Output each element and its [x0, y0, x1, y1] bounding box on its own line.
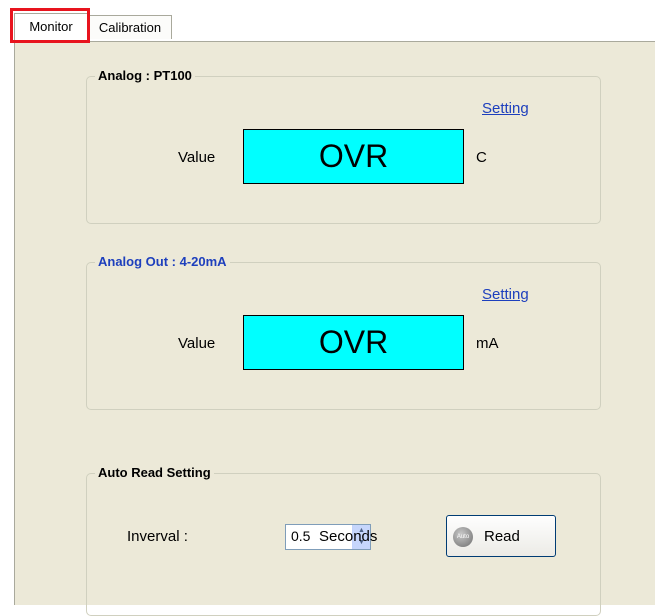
monitor-panel: Analog : PT100 Setting Value OVR C Analo…	[14, 41, 655, 616]
auto-read-title: Auto Read Setting	[95, 465, 214, 481]
auto-read-icon: Auto	[453, 527, 473, 547]
auto-read-group: Auto Read Setting Inverval : 0.5 ▲ ▼ Sec…	[86, 465, 601, 616]
analog-in-unit: C	[476, 149, 487, 166]
analog-out-unit: mA	[476, 335, 499, 352]
analog-in-value-display: OVR	[243, 129, 464, 184]
analog-in-setting-link[interactable]: Setting	[482, 100, 529, 117]
analog-out-value-display: OVR	[243, 315, 464, 370]
interval-label: Inverval :	[127, 528, 188, 545]
tab-monitor[interactable]: Monitor	[14, 13, 88, 41]
analog-in-title: Analog : PT100	[95, 68, 195, 84]
read-button-label: Read	[484, 528, 520, 545]
analog-in-group: Analog : PT100 Setting Value OVR C	[86, 68, 601, 224]
tab-calibration[interactable]: Calibration	[88, 15, 172, 39]
analog-out-title: Analog Out : 4-20mA	[95, 254, 230, 270]
analog-out-value-label: Value	[178, 335, 216, 352]
analog-out-setting-link[interactable]: Setting	[482, 286, 529, 303]
tab-bar: Calibration Monitor	[0, 0, 655, 43]
analog-in-value-label: Value	[178, 149, 216, 166]
read-button[interactable]: Auto Read	[446, 515, 556, 557]
analog-out-group: Analog Out : 4-20mA Setting Value OVR mA	[86, 254, 601, 410]
interval-value[interactable]: 0.5	[291, 528, 310, 544]
interval-unit: Seconds	[319, 528, 378, 545]
